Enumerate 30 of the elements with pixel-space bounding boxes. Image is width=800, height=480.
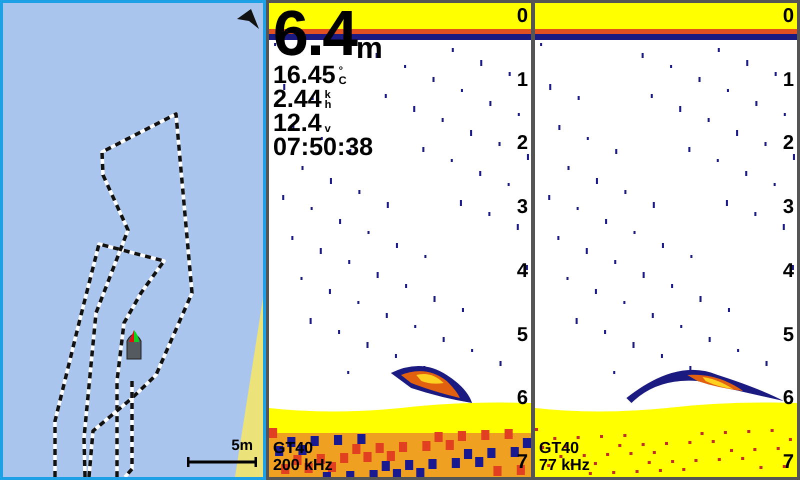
data-readout: 12.4 — [273, 111, 322, 135]
depth-scale-label: 1 — [516, 68, 528, 93]
depth-scale-label: 7 — [516, 450, 528, 475]
frequency-label: 77 kHz — [539, 457, 590, 474]
depth-scale-label: 5 — [782, 322, 794, 348]
boat-icon — [126, 330, 142, 360]
depth-scale-label: 0 — [516, 4, 528, 29]
data-readout: 07:50:38 — [273, 135, 374, 159]
depth-scale-label: 0 — [782, 4, 794, 29]
depth-unit: m — [356, 35, 383, 63]
unit-label: k — [324, 90, 332, 100]
depth-scale-label: 3 — [782, 195, 794, 220]
unit-label: v — [324, 124, 331, 134]
depth-scale-label: 5 — [516, 322, 528, 348]
scale-label: 5m — [231, 436, 253, 456]
frequency-label: 200 kHz — [273, 457, 333, 474]
data-readout: 16.45 — [273, 63, 336, 87]
scale-bar-icon — [187, 457, 257, 467]
north-arrow-icon — [237, 9, 259, 29]
depth-scale-label: 2 — [516, 131, 528, 156]
unit-label: C — [338, 76, 347, 86]
depth-scale-label: 7 — [782, 450, 794, 475]
unit-label: h — [324, 100, 332, 110]
depth-scale-label: 2 — [782, 131, 794, 156]
data-readout: 2.44 — [273, 87, 322, 111]
depth-scale-label: 3 — [516, 195, 528, 220]
depth-scale-label: 4 — [782, 258, 794, 284]
transducer-label: GT40 — [539, 440, 580, 457]
depth-scale-label: 4 — [516, 258, 528, 284]
depth-scale-label: 1 — [782, 68, 794, 93]
